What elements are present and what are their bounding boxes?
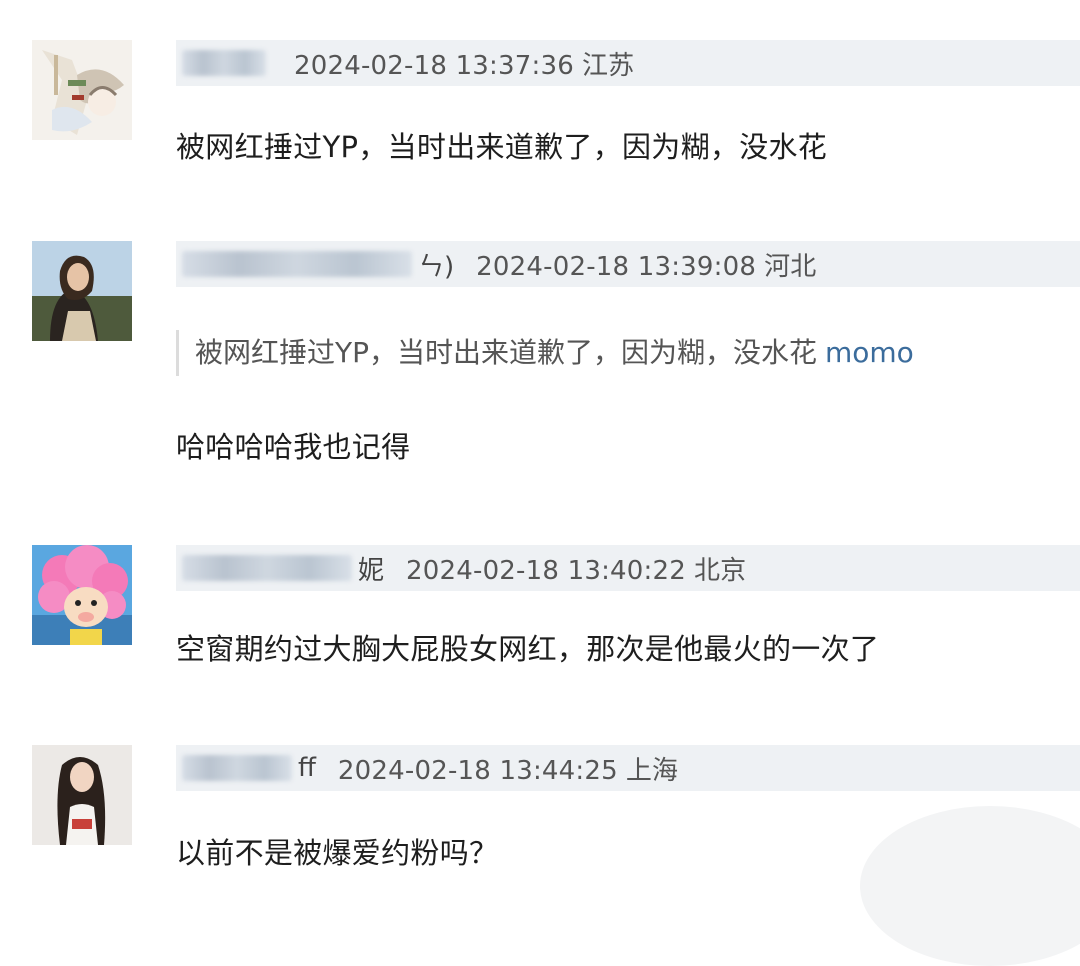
location: 江苏 bbox=[581, 50, 635, 81]
background-decoration bbox=[860, 806, 1080, 966]
username-blurred[interactable] bbox=[182, 755, 292, 781]
username-tail: ㄣ) bbox=[418, 251, 455, 282]
comment-text: 以前不是被爆爱约粉吗？ bbox=[176, 836, 499, 870]
username-blurred[interactable] bbox=[182, 251, 412, 277]
location: 北京 bbox=[693, 555, 747, 586]
woman-photo-avatar-icon bbox=[32, 241, 132, 341]
illustrated-character-avatar-icon bbox=[32, 40, 132, 140]
datetime: 2024-02-18 13:37:36 bbox=[294, 50, 574, 81]
comment-meta: 妮 2024-02-18 13:40:22 北京 bbox=[176, 545, 1080, 591]
quoted-reply: 被网红捶过YP，当时出来道歉了，因为糊，没水花 momo bbox=[176, 330, 914, 376]
quoted-text: 被网红捶过YP，当时出来道歉了，因为糊，没水花 bbox=[195, 336, 817, 369]
username-tail: 妮 bbox=[358, 555, 385, 586]
comment-text: 空窗期约过大胸大屁股女网红，那次是他最火的一次了 bbox=[176, 632, 880, 666]
avatar[interactable] bbox=[32, 745, 132, 845]
comment-timestamp: 2024-02-18 13:39:08 河北 bbox=[476, 246, 816, 283]
comment-text: 被网红捶过YP，当时出来道歉了，因为糊，没水花 bbox=[176, 130, 828, 164]
mention-link[interactable]: momo bbox=[825, 336, 914, 369]
comment-text: 哈哈哈哈我也记得 bbox=[176, 430, 411, 464]
avatar[interactable] bbox=[32, 545, 132, 645]
username-blurred[interactable] bbox=[182, 50, 266, 76]
comment-meta: 2024-02-18 13:37:36 江苏 bbox=[176, 40, 1080, 86]
comment-timestamp: 2024-02-18 13:44:25 上海 bbox=[338, 750, 678, 787]
long-hair-girl-avatar-icon bbox=[32, 745, 132, 845]
comment-timestamp: 2024-02-18 13:37:36 江苏 bbox=[294, 45, 634, 82]
location: 河北 bbox=[764, 251, 817, 282]
datetime: 2024-02-18 13:39:08 bbox=[476, 251, 757, 282]
comment-meta: ㄣ) 2024-02-18 13:39:08 河北 bbox=[176, 241, 1080, 287]
avatar[interactable] bbox=[32, 241, 132, 341]
username-tail: ff bbox=[298, 753, 316, 783]
username-blurred[interactable] bbox=[182, 555, 352, 581]
datetime: 2024-02-18 13:40:22 bbox=[406, 555, 686, 586]
avatar[interactable] bbox=[32, 40, 132, 140]
datetime: 2024-02-18 13:44:25 bbox=[337, 755, 618, 786]
location: 上海 bbox=[625, 755, 679, 786]
pink-hair-cartoon-avatar-icon bbox=[32, 545, 132, 645]
comment-meta: ff 2024-02-18 13:44:25 上海 bbox=[176, 745, 1080, 791]
comment-timestamp: 2024-02-18 13:40:22 北京 bbox=[406, 550, 746, 587]
